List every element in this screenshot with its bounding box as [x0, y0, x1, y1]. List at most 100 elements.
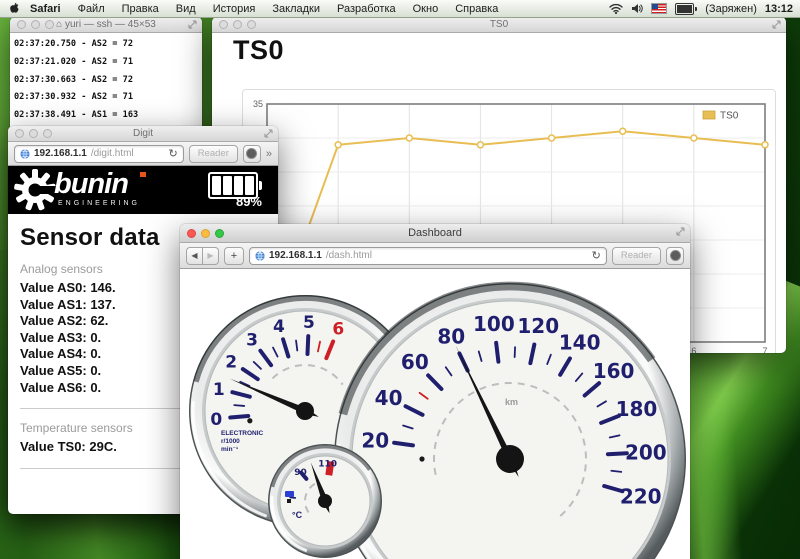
- input-language-flag-icon[interactable]: [651, 3, 667, 14]
- zoom-button[interactable]: [247, 20, 256, 29]
- gauge-hub: [496, 445, 524, 473]
- address-bar[interactable]: 192.168.1.1/dash.html ↻: [249, 247, 607, 265]
- window-controls[interactable]: [17, 20, 54, 29]
- svg-text:7: 7: [762, 346, 767, 353]
- digit-toolbar: 192.168.1.1/digit.html ↻ Reader »: [8, 142, 278, 166]
- zoom-button[interactable]: [43, 129, 52, 138]
- downloads-icon: [246, 148, 257, 159]
- wifi-icon[interactable]: [609, 3, 623, 14]
- dashboard-page: 0123456ELECTRONICr/1000min⁻¹204060801001…: [180, 269, 690, 559]
- ts0-titlebar[interactable]: TS0: [212, 17, 786, 33]
- reload-icon[interactable]: ↻: [592, 249, 601, 262]
- chart-legend: TS0: [703, 111, 739, 122]
- desktop-wallpaper: ⌂ yuri — ssh — 45×53 02:37:20.750 - AS2 …: [0, 0, 800, 559]
- close-button[interactable]: [15, 129, 24, 138]
- new-tab-button[interactable]: +: [224, 247, 244, 265]
- svg-text:TS0: TS0: [720, 111, 739, 122]
- svg-text:3: 3: [246, 331, 258, 351]
- svg-text:20: 20: [361, 428, 389, 452]
- menu-item[interactable]: Закладки: [272, 3, 320, 15]
- minimize-button[interactable]: [201, 229, 210, 238]
- svg-text:160: 160: [593, 359, 635, 383]
- menu-item[interactable]: Файл: [78, 3, 105, 15]
- window-controls[interactable]: [187, 229, 224, 238]
- zoom-button[interactable]: [215, 229, 224, 238]
- logo-accent-dot: [140, 172, 146, 177]
- close-button[interactable]: [17, 20, 26, 29]
- menu-item[interactable]: Справка: [455, 3, 498, 15]
- downloads-button[interactable]: [243, 145, 261, 163]
- svg-text:km: km: [505, 397, 518, 407]
- data-point-marker: [762, 142, 768, 148]
- apple-menu[interactable]: [9, 2, 20, 15]
- forward-button[interactable]: ▶: [203, 247, 219, 265]
- menu-item[interactable]: Окно: [413, 3, 439, 15]
- close-button[interactable]: [219, 20, 228, 29]
- reader-button[interactable]: Reader: [612, 247, 661, 265]
- svg-text:220: 220: [620, 485, 662, 509]
- resize-icon[interactable]: [188, 20, 197, 29]
- menu-items: Файл Правка Вид История Закладки Разработка Ок…: [78, 3, 516, 15]
- close-button[interactable]: [187, 229, 196, 238]
- menu-item[interactable]: Правка: [122, 3, 159, 15]
- svg-text:140: 140: [559, 330, 601, 354]
- minimize-button[interactable]: [31, 20, 40, 29]
- window-controls[interactable]: [219, 20, 256, 29]
- menu-clock[interactable]: 13:12: [765, 3, 793, 15]
- resize-icon[interactable]: [772, 20, 781, 29]
- downloads-button[interactable]: [666, 247, 684, 265]
- terminal-line: 02:37:30.932 - AS2 = 71: [14, 89, 198, 107]
- battery-status-label[interactable]: (Заряжен): [705, 3, 757, 15]
- svg-text:min⁻¹: min⁻¹: [221, 446, 238, 453]
- svg-text:0: 0: [210, 410, 222, 430]
- speedometer-gauge: 20406080100120140160180200220km: [334, 283, 686, 559]
- address-bar[interactable]: 192.168.1.1/digit.html ↻: [14, 145, 184, 163]
- battery-menu-icon[interactable]: [675, 3, 697, 15]
- dashboard-titlebar[interactable]: Dashboard: [180, 224, 690, 243]
- home-icon: ⌂: [56, 19, 62, 30]
- svg-text:90: 90: [294, 468, 307, 478]
- digit-titlebar[interactable]: Digit: [8, 126, 278, 142]
- svg-text:4: 4: [273, 317, 285, 337]
- minimize-button[interactable]: [29, 129, 38, 138]
- terminal-line: 02:37:38.491 - AS1 = 163: [14, 107, 198, 125]
- url-host: 192.168.1.1: [34, 148, 87, 159]
- terminal-titlebar[interactable]: ⌂ yuri — ssh — 45×53: [10, 17, 202, 33]
- gear-icon: [13, 168, 57, 212]
- svg-text:120: 120: [517, 314, 559, 338]
- svg-text:5: 5: [303, 313, 315, 333]
- svg-text:180: 180: [616, 397, 658, 421]
- brand-logo-text: bunin: [54, 168, 128, 201]
- svg-text:110: 110: [318, 459, 337, 469]
- menu-item[interactable]: История: [213, 3, 256, 15]
- svg-text:ELECTRONIC: ELECTRONIC: [221, 430, 264, 437]
- dashboard-toolbar: ◀ ▶ + 192.168.1.1/dash.html ↻ Reader: [180, 243, 690, 269]
- menu-item[interactable]: Разработка: [337, 3, 396, 15]
- terminal-line: 02:37:30.663 - AS2 = 72: [14, 72, 198, 90]
- reader-button[interactable]: Reader: [189, 145, 238, 163]
- svg-text:80: 80: [437, 325, 465, 349]
- globe-favicon: [255, 251, 265, 261]
- data-point-marker: [335, 142, 341, 148]
- svg-text:60: 60: [401, 350, 429, 374]
- volume-icon[interactable]: [631, 3, 643, 14]
- dashboard-browser-window: Dashboard ◀ ▶ + 192.168.1.1/dash.html ↻ …: [180, 224, 690, 559]
- url-host: 192.168.1.1: [269, 250, 322, 261]
- brand-logo-subtext: ENGINEERING: [58, 200, 140, 207]
- toolbar-overflow-icon[interactable]: »: [266, 148, 272, 160]
- url-path: /dash.html: [326, 250, 372, 261]
- minimize-button[interactable]: [233, 20, 242, 29]
- svg-text:6: 6: [691, 346, 696, 353]
- back-button[interactable]: ◀: [186, 247, 203, 265]
- menu-item[interactable]: Вид: [176, 3, 196, 15]
- window-controls[interactable]: [15, 129, 52, 138]
- ts0-window-title: TS0: [212, 19, 786, 30]
- gauge-hub: [296, 402, 314, 420]
- menu-item-safari[interactable]: Safari: [30, 3, 61, 15]
- history-nav[interactable]: ◀ ▶: [186, 247, 219, 265]
- resize-icon[interactable]: [676, 227, 685, 236]
- resize-icon[interactable]: [264, 129, 273, 138]
- gauge-cluster: 0123456ELECTRONICr/1000min⁻¹204060801001…: [180, 269, 690, 559]
- reload-icon[interactable]: ↻: [168, 147, 177, 160]
- zoom-button[interactable]: [45, 20, 54, 29]
